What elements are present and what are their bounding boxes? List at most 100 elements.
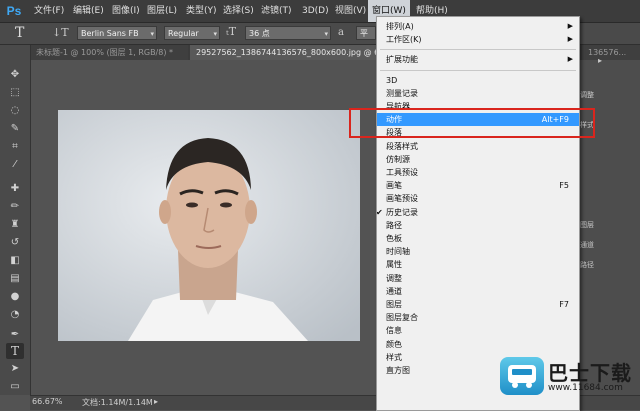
menu-item-shortcut: F5 [559, 181, 569, 191]
panel-item-adjustments[interactable]: 调整 [576, 90, 640, 102]
window-menu-item[interactable]: ✔ 历史记录 [376, 206, 579, 219]
type-tool-icon[interactable]: T [15, 25, 24, 41]
window-menu-item[interactable]: 画笔 F5 [377, 179, 579, 192]
font-size-select[interactable]: 36 点 ▾ [245, 26, 331, 40]
crop-tool-icon[interactable]: ⌗ [6, 139, 24, 155]
font-size-icon: ₜT [226, 25, 237, 38]
window-menu-item[interactable]: 排列(A) ▶ [377, 20, 579, 33]
window-menu-item[interactable]: 测量记录 [377, 87, 579, 100]
window-menu-item[interactable]: 路径 [377, 219, 579, 232]
window-menu-item[interactable]: 工作区(K) ▶ [377, 33, 579, 46]
menu-item-label: 通道 [386, 286, 402, 296]
move-tool-icon[interactable]: ✥ [6, 67, 24, 83]
history-brush-tool-icon[interactable]: ↺ [6, 235, 24, 251]
menu-item-label: 路径 [386, 220, 402, 230]
blur-tool-icon[interactable]: ● [6, 289, 24, 305]
chevron-down-icon: ▾ [150, 30, 154, 38]
lasso-tool-icon[interactable]: ◌ [6, 103, 24, 119]
watermark-text: 巴士下载 [548, 361, 632, 385]
submenu-arrow-icon: ▶ [567, 35, 573, 44]
eyedropper-tool-icon[interactable]: ⁄ [6, 157, 24, 173]
font-style-select[interactable]: Regular ▾ [164, 26, 220, 40]
watermark-url: www.11684.com [548, 383, 623, 393]
pen-tool-icon[interactable]: ✒ [6, 327, 24, 343]
window-menu-item[interactable]: 扩展功能 ▶ [377, 53, 579, 66]
menu-item-label: 时间轴 [386, 247, 410, 257]
marquee-tool-icon[interactable]: ⬚ [6, 85, 24, 101]
clone-stamp-tool-icon[interactable]: ♜ [6, 217, 24, 233]
window-menu-item[interactable]: 画笔预设 [377, 192, 579, 205]
portrait-photo [58, 110, 360, 341]
window-menu-dropdown: 排列(A) ▶ 工作区(K) ▶ 扩展功能 ▶ 3D 测量记录 导航器 动作 Alt+F9 段落 段落样… [376, 16, 580, 411]
window-menu-item[interactable]: 段落样式 [377, 140, 579, 153]
window-menu-item[interactable]: 信息 [377, 324, 579, 337]
panel-item-paths[interactable]: 路径 [576, 260, 640, 272]
window-menu-item[interactable]: 通道 [377, 285, 579, 298]
menu-item-label: 样式 [386, 352, 402, 362]
panel-item-layers[interactable]: 图层 [576, 220, 640, 232]
window-menu-item[interactable]: 色板 [377, 232, 579, 245]
eraser-tool-icon[interactable]: ◧ [6, 253, 24, 269]
menu-3[interactable]: 图层(L) [147, 0, 177, 22]
tab-label: 29527562_1386744136576_800x600.jpg @ 66 [196, 48, 385, 57]
antialias-select[interactable]: 平滑 [356, 26, 376, 40]
window-menu-item[interactable]: 图层 F7 [377, 298, 579, 311]
menu-item-label: 调整 [386, 273, 402, 283]
window-menu-item[interactable]: 时间轴 [377, 245, 579, 258]
window-menu-item[interactable]: 颜色 [377, 338, 579, 351]
checkmark-icon: ✔ [376, 207, 383, 217]
path-select-tool-icon[interactable]: ➤ [6, 361, 24, 377]
healing-brush-tool-icon[interactable]: ✚ [6, 181, 24, 197]
status-arrow-icon[interactable]: ▸ [154, 397, 158, 406]
toolbox: ✥ ⬚ ◌ ✎ ⌗ ⁄ ✚ ✏ ♜ ↺ ◧ ▤ ● ◔ ✒ T ➤ ▭ [0, 45, 31, 395]
menu-separator [380, 69, 576, 71]
menu-item-label: 段落样式 [386, 141, 418, 151]
type-tool-icon[interactable]: T [6, 343, 24, 359]
menu-item-label: 排列(A) [386, 22, 414, 31]
tab-scroll-arrow-icon[interactable]: ▸ [598, 56, 602, 65]
window-menu-item[interactable]: 图层复合 [377, 311, 579, 324]
document-canvas[interactable] [58, 110, 360, 341]
tab-other[interactable]: 136576... [582, 45, 640, 60]
window-menu-item[interactable]: 仿制源 [377, 153, 579, 166]
menu-item-label: 颜色 [386, 339, 402, 349]
menu-item-label: 扩展功能 [386, 55, 418, 65]
menu-item-label: 仿制源 [386, 154, 410, 164]
tab-photo[interactable]: 29527562_1386744136576_800x600.jpg @ 66 [190, 45, 402, 60]
menu-separator [380, 49, 576, 51]
menu-6[interactable]: 滤镜(T) [261, 0, 292, 22]
gradient-tool-icon[interactable]: ▤ [6, 271, 24, 287]
font-size-value: 36 点 [249, 29, 270, 38]
font-style-value: Regular [168, 29, 199, 38]
menu-1[interactable]: 编辑(E) [73, 0, 104, 22]
rectangle-tool-icon[interactable]: ▭ [6, 379, 24, 395]
window-menu-item[interactable]: 工具预设 [377, 166, 579, 179]
window-menu-item[interactable]: 3D [377, 74, 579, 87]
dodge-tool-icon[interactable]: ◔ [6, 307, 24, 323]
text-orientation-icon[interactable]: ↓T [52, 26, 69, 39]
panel-item-channels[interactable]: 通道 [576, 240, 640, 252]
font-family-select[interactable]: Berlin Sans FB ▾ [77, 26, 157, 40]
window-menu-item[interactable]: 属性 [377, 258, 579, 271]
menu-7[interactable]: 3D(D) [302, 0, 329, 22]
menu-item-label: 画笔预设 [386, 194, 418, 204]
menu-4[interactable]: 类型(Y) [186, 0, 217, 22]
tab-untitled[interactable]: 未标题-1 @ 100% (图层 1, RGB/8) * [30, 45, 188, 60]
quick-select-tool-icon[interactable]: ✎ [6, 121, 24, 137]
menu-2[interactable]: 图像(I) [112, 0, 140, 22]
photoshop-logo: Ps [6, 4, 22, 18]
menu-item-label: 直方图 [386, 366, 410, 375]
tab-label: 136576... [588, 48, 627, 57]
document-size: 文档:1.14M/1.14M [82, 398, 153, 407]
menu-8[interactable]: 视图(V) [335, 0, 366, 22]
menu-item-label: 测量记录 [386, 88, 418, 98]
menu-0[interactable]: 文件(F) [34, 0, 64, 22]
submenu-arrow-icon: ▶ [567, 55, 573, 64]
zoom-level[interactable]: 66.67% [32, 397, 63, 406]
brush-tool-icon[interactable]: ✏ [6, 199, 24, 215]
watermark: 巴士下载 www.11684.com [500, 355, 640, 409]
tab-label: 未标题-1 @ 100% (图层 1, RGB/8) * [36, 48, 174, 57]
chevron-down-icon: ▾ [213, 30, 217, 38]
menu-5[interactable]: 选择(S) [223, 0, 254, 22]
window-menu-item[interactable]: 调整 [377, 272, 579, 285]
